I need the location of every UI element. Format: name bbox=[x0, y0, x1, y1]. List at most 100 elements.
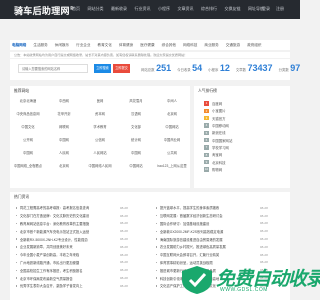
nav-item[interactable]: 最新收录 bbox=[111, 6, 127, 12]
news-title[interactable]: 企业发展新篇章，共同创造美好未来 bbox=[20, 244, 116, 249]
search-input[interactable] bbox=[18, 64, 88, 73]
news-title[interactable]: 农业发展助力乡村振兴，推进绿色高质量发展 bbox=[160, 244, 256, 249]
hot-item[interactable]: 3 天猫官方 bbox=[204, 115, 232, 122]
news-title[interactable]: 文化部门在打造品牌：文化文脉历史的文化建设 bbox=[20, 213, 116, 218]
recommended-site-link[interactable]: 中国网络_全程看点 bbox=[10, 162, 46, 171]
hot-item[interactable]: 2 小宝图片 bbox=[204, 107, 232, 114]
recommended-site-link[interactable]: 中国网 bbox=[46, 136, 82, 145]
category-tab[interactable]: 行业企业 bbox=[76, 43, 90, 48]
nav-item[interactable]: 首页 bbox=[72, 6, 80, 12]
login-link[interactable]: 注册 bbox=[276, 6, 284, 12]
news-item[interactable]: 教育局网站信息平台：深化教育改革的主要措施 08-28 bbox=[10, 221, 150, 226]
category-tab[interactable]: 医疗健康 bbox=[140, 43, 154, 48]
news-item[interactable]: 海南国际旅游岛建设推进自由贸易港的发展 08-28 bbox=[150, 237, 290, 242]
hot-item[interactable]: 5 新浪在线 bbox=[204, 129, 232, 136]
news-title[interactable]: 国际合作研讨：加强基础设施建设 bbox=[160, 221, 256, 226]
news-item[interactable]: 提升篮球水平，提高学生的身体素质锻炼 08-28 bbox=[150, 205, 290, 210]
recommended-site-link[interactable]: 中国网站 bbox=[118, 162, 154, 171]
hot-item[interactable]: 10 购物网 bbox=[204, 166, 232, 173]
recommended-site-link[interactable]: 公共网 bbox=[154, 149, 190, 158]
nav-item[interactable]: 行业资讯 bbox=[135, 6, 151, 12]
news-item[interactable]: 企业发展新篇章，共同创造美好未来 08-28 bbox=[10, 244, 150, 249]
news-title[interactable]: 全国高校招生工作有序推进，考生积极报名 bbox=[20, 268, 116, 273]
news-item[interactable]: 文化部门在打造品牌：文化文脉历史的文化建设 08-28 bbox=[10, 213, 150, 218]
recommended-site-link[interactable]: 医网 bbox=[82, 97, 118, 106]
nav-item[interactable]: 小程序 bbox=[158, 6, 170, 12]
recommended-site-link[interactable]: 中西网 bbox=[46, 97, 82, 106]
nav-item[interactable]: 文章资讯 bbox=[178, 6, 194, 12]
category-tab[interactable]: 交通旅游 bbox=[226, 43, 240, 48]
recommended-site-link[interactable]: hao123_上网从这里 bbox=[154, 162, 190, 171]
news-title[interactable]: 同花工程需高考的高考填报：高考报名信息查询 bbox=[20, 205, 116, 210]
recommended-site-link[interactable]: 汉语网 bbox=[118, 110, 154, 119]
recommended-site-link[interactable]: 北京网 bbox=[154, 110, 190, 119]
login-link[interactable]: 登录 bbox=[262, 6, 270, 12]
hot-item[interactable]: 9 北京科技 bbox=[204, 158, 232, 165]
news-title[interactable]: 互联网发展：首届数字经济创新生态研讨会 bbox=[160, 213, 256, 218]
category-tab[interactable]: 休闲娱乐 bbox=[55, 43, 69, 48]
category-tab[interactable]: 网络科技 bbox=[183, 43, 197, 48]
news-title[interactable]: 今年全国小麦产量创新高，丰收之年来临 bbox=[20, 252, 116, 257]
news-item[interactable]: 广州地铁新线路开通，市民出行更加便捷 08-28 bbox=[10, 260, 150, 265]
recommended-site-link[interactable]: 中国商业网 bbox=[154, 136, 190, 145]
recommended-site-link[interactable]: 中国网站 bbox=[154, 123, 190, 132]
news-item[interactable]: 农业发展助力乡村振兴，推进绿色高质量发展 08-28 bbox=[150, 244, 290, 249]
category-tab[interactable]: 商业服务 bbox=[204, 43, 218, 48]
recommended-site-link[interactable]: 人民网站 bbox=[82, 149, 118, 158]
news-title[interactable]: 北京市首个新能源汽车充电示范站正式投入运营 bbox=[20, 229, 116, 234]
news-item[interactable]: 北京市首个新能源汽车充电示范站正式投入运营 08-28 bbox=[10, 229, 150, 234]
recommended-site-link[interactable]: 中国文化 bbox=[10, 123, 46, 132]
recommended-site-link[interactable]: 中间人 bbox=[154, 97, 190, 106]
news-item[interactable]: 中国互联网大会即将召开，汇聚行业精英 08-28 bbox=[150, 252, 290, 257]
nav-item[interactable]: 交换友链 bbox=[225, 6, 241, 12]
recommended-site-link[interactable]: 公开网 bbox=[10, 136, 46, 145]
news-item[interactable]: 互联网发展：首届数字经济创新生态研讨会 08-28 bbox=[150, 213, 290, 218]
recommended-site-link[interactable]: 网联网 bbox=[46, 123, 82, 132]
news-item[interactable]: 今年全国小麦产量创新高，丰收之年来临 08-28 bbox=[10, 252, 150, 257]
nav-item[interactable]: 综合排行 bbox=[201, 6, 217, 12]
recommended-site-link[interactable]: 花甲开封 bbox=[46, 110, 82, 119]
news-title[interactable]: 全新款GX2000-2MF-K2S系列高效稳定电源 bbox=[160, 229, 256, 234]
hot-item[interactable]: 8 淘宝网 bbox=[204, 151, 232, 158]
news-title[interactable]: 优秀学生表彰大会召开，激励学子奋发向上 bbox=[20, 283, 116, 288]
recommended-site-link[interactable]: 中央商品信息网 bbox=[10, 110, 46, 119]
news-title[interactable]: 广州地铁新线路开通，市民出行更加便捷 bbox=[20, 260, 116, 265]
hot-item[interactable]: 4 中国移动网 bbox=[204, 122, 232, 129]
news-title[interactable]: 中国互联网大会即将召开，汇聚行业精英 bbox=[160, 252, 256, 257]
news-title[interactable]: 教育局网站信息平台：深化教育改革的主要措施 bbox=[20, 221, 116, 226]
news-item[interactable]: 北京市环保局发布最新空气质量报告 08-28 bbox=[10, 276, 150, 281]
recommended-site-link[interactable]: 中国网 bbox=[118, 149, 154, 158]
category-tab[interactable]: 综合其他 bbox=[162, 43, 176, 48]
category-tab[interactable]: 电脑网络 bbox=[12, 43, 26, 48]
hot-item[interactable]: 7 学校学习网 bbox=[204, 144, 232, 151]
site-logo[interactable]: 骑车后助理网® bbox=[14, 4, 74, 17]
hot-item[interactable]: 6 中国国家网站 bbox=[204, 136, 232, 143]
news-item[interactable]: 全国高校招生工作有序推进，考生积极报名 08-28 bbox=[10, 268, 150, 273]
recommended-site-link[interactable]: 风花雪月 bbox=[118, 97, 154, 106]
category-tab[interactable]: 教育文化 bbox=[98, 43, 112, 48]
news-item[interactable]: 全新款GX2000-2MF-K2S系列高效稳定电源 08-28 bbox=[150, 229, 290, 234]
category-tab[interactable]: 政府组织 bbox=[247, 43, 261, 48]
news-title[interactable]: 全新款RX-5000X-2NH-K2专业设计，性能强劲 bbox=[20, 237, 116, 242]
recommended-site-link[interactable]: 公信网 bbox=[82, 136, 118, 145]
category-tab[interactable]: 生活服务 bbox=[33, 43, 47, 48]
news-title[interactable]: 北京市环保局发布最新空气质量报告 bbox=[20, 276, 116, 281]
hot-item[interactable]: 1 百度网 bbox=[204, 100, 232, 107]
news-title[interactable]: 海南国际旅游岛建设推进自由贸易港的发展 bbox=[160, 237, 256, 242]
recommended-site-link[interactable]: 中国网络人民网 bbox=[82, 162, 118, 171]
recommended-site-link[interactable]: 统计网 bbox=[118, 136, 154, 145]
recommended-site-link[interactable]: 文化部 bbox=[118, 123, 154, 132]
search-button[interactable]: 立即搜索 bbox=[94, 64, 111, 73]
category-tab[interactable]: 体育健身 bbox=[119, 43, 133, 48]
nav-item[interactable]: 网站分类 bbox=[88, 6, 104, 12]
news-item[interactable]: 国际合作研讨：加强基础设施建设 08-28 bbox=[150, 221, 290, 226]
news-item[interactable]: 优秀学生表彰大会召开，激励学子奋发向上 08-28 bbox=[10, 283, 150, 288]
recommended-site-link[interactable]: 中国网 bbox=[10, 149, 46, 158]
recommended-site-link[interactable]: 北京网 bbox=[46, 162, 82, 171]
submit-site-button[interactable]: 立即提交 bbox=[113, 64, 130, 73]
recommended-site-link[interactable]: 北京北海酒 bbox=[10, 97, 46, 106]
recommended-site-link[interactable]: 学术教育 bbox=[82, 123, 118, 132]
recommended-site-link[interactable]: 资本网 bbox=[82, 110, 118, 119]
recommended-site-link[interactable]: 人民网 bbox=[46, 149, 82, 158]
news-item[interactable]: 全新款RX-5000X-2NH-K2专业设计，性能强劲 08-28 bbox=[10, 237, 150, 242]
